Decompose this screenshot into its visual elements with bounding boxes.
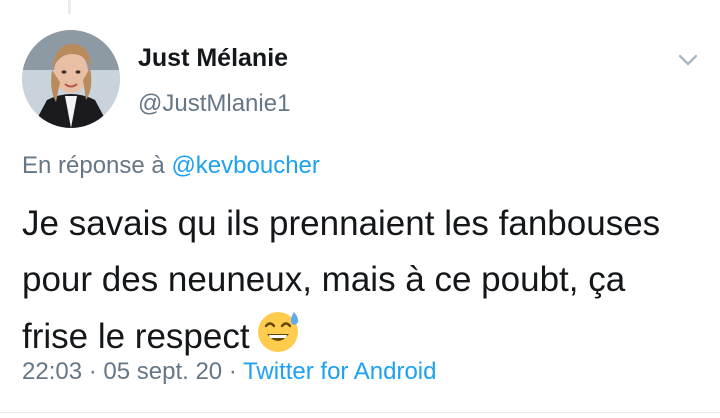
avatar-photo <box>22 30 120 128</box>
tweet-text-block: Je savais qu ils prennaient les fanbouse… <box>22 196 682 365</box>
thread-connector-line <box>68 0 71 14</box>
meta-separator: · <box>82 358 104 385</box>
tweet-time[interactable]: 22:03 <box>22 358 82 385</box>
tweet-date[interactable]: 05 sept. 20 <box>103 358 222 385</box>
divider <box>0 412 720 413</box>
display-name[interactable]: Just Mélanie <box>138 44 288 73</box>
grinning-face-with-sweat-icon <box>257 312 298 352</box>
tweet-text: Je savais qu ils prennaient les fanbouse… <box>22 204 661 356</box>
meta-separator: · <box>222 358 244 385</box>
reply-mention-link[interactable]: @kevboucher <box>171 152 319 179</box>
tweet-metadata: 22:03 · 05 sept. 20 · Twitter for Androi… <box>22 358 436 386</box>
chevron-down-icon[interactable] <box>676 50 700 70</box>
reply-prefix: En réponse à <box>22 152 172 179</box>
avatar[interactable] <box>22 30 120 128</box>
user-handle[interactable]: @JustMlanie1 <box>138 90 290 118</box>
reply-context: En réponse à @kevboucher <box>22 152 320 180</box>
tweet-source-link[interactable]: Twitter for Android <box>243 358 436 385</box>
